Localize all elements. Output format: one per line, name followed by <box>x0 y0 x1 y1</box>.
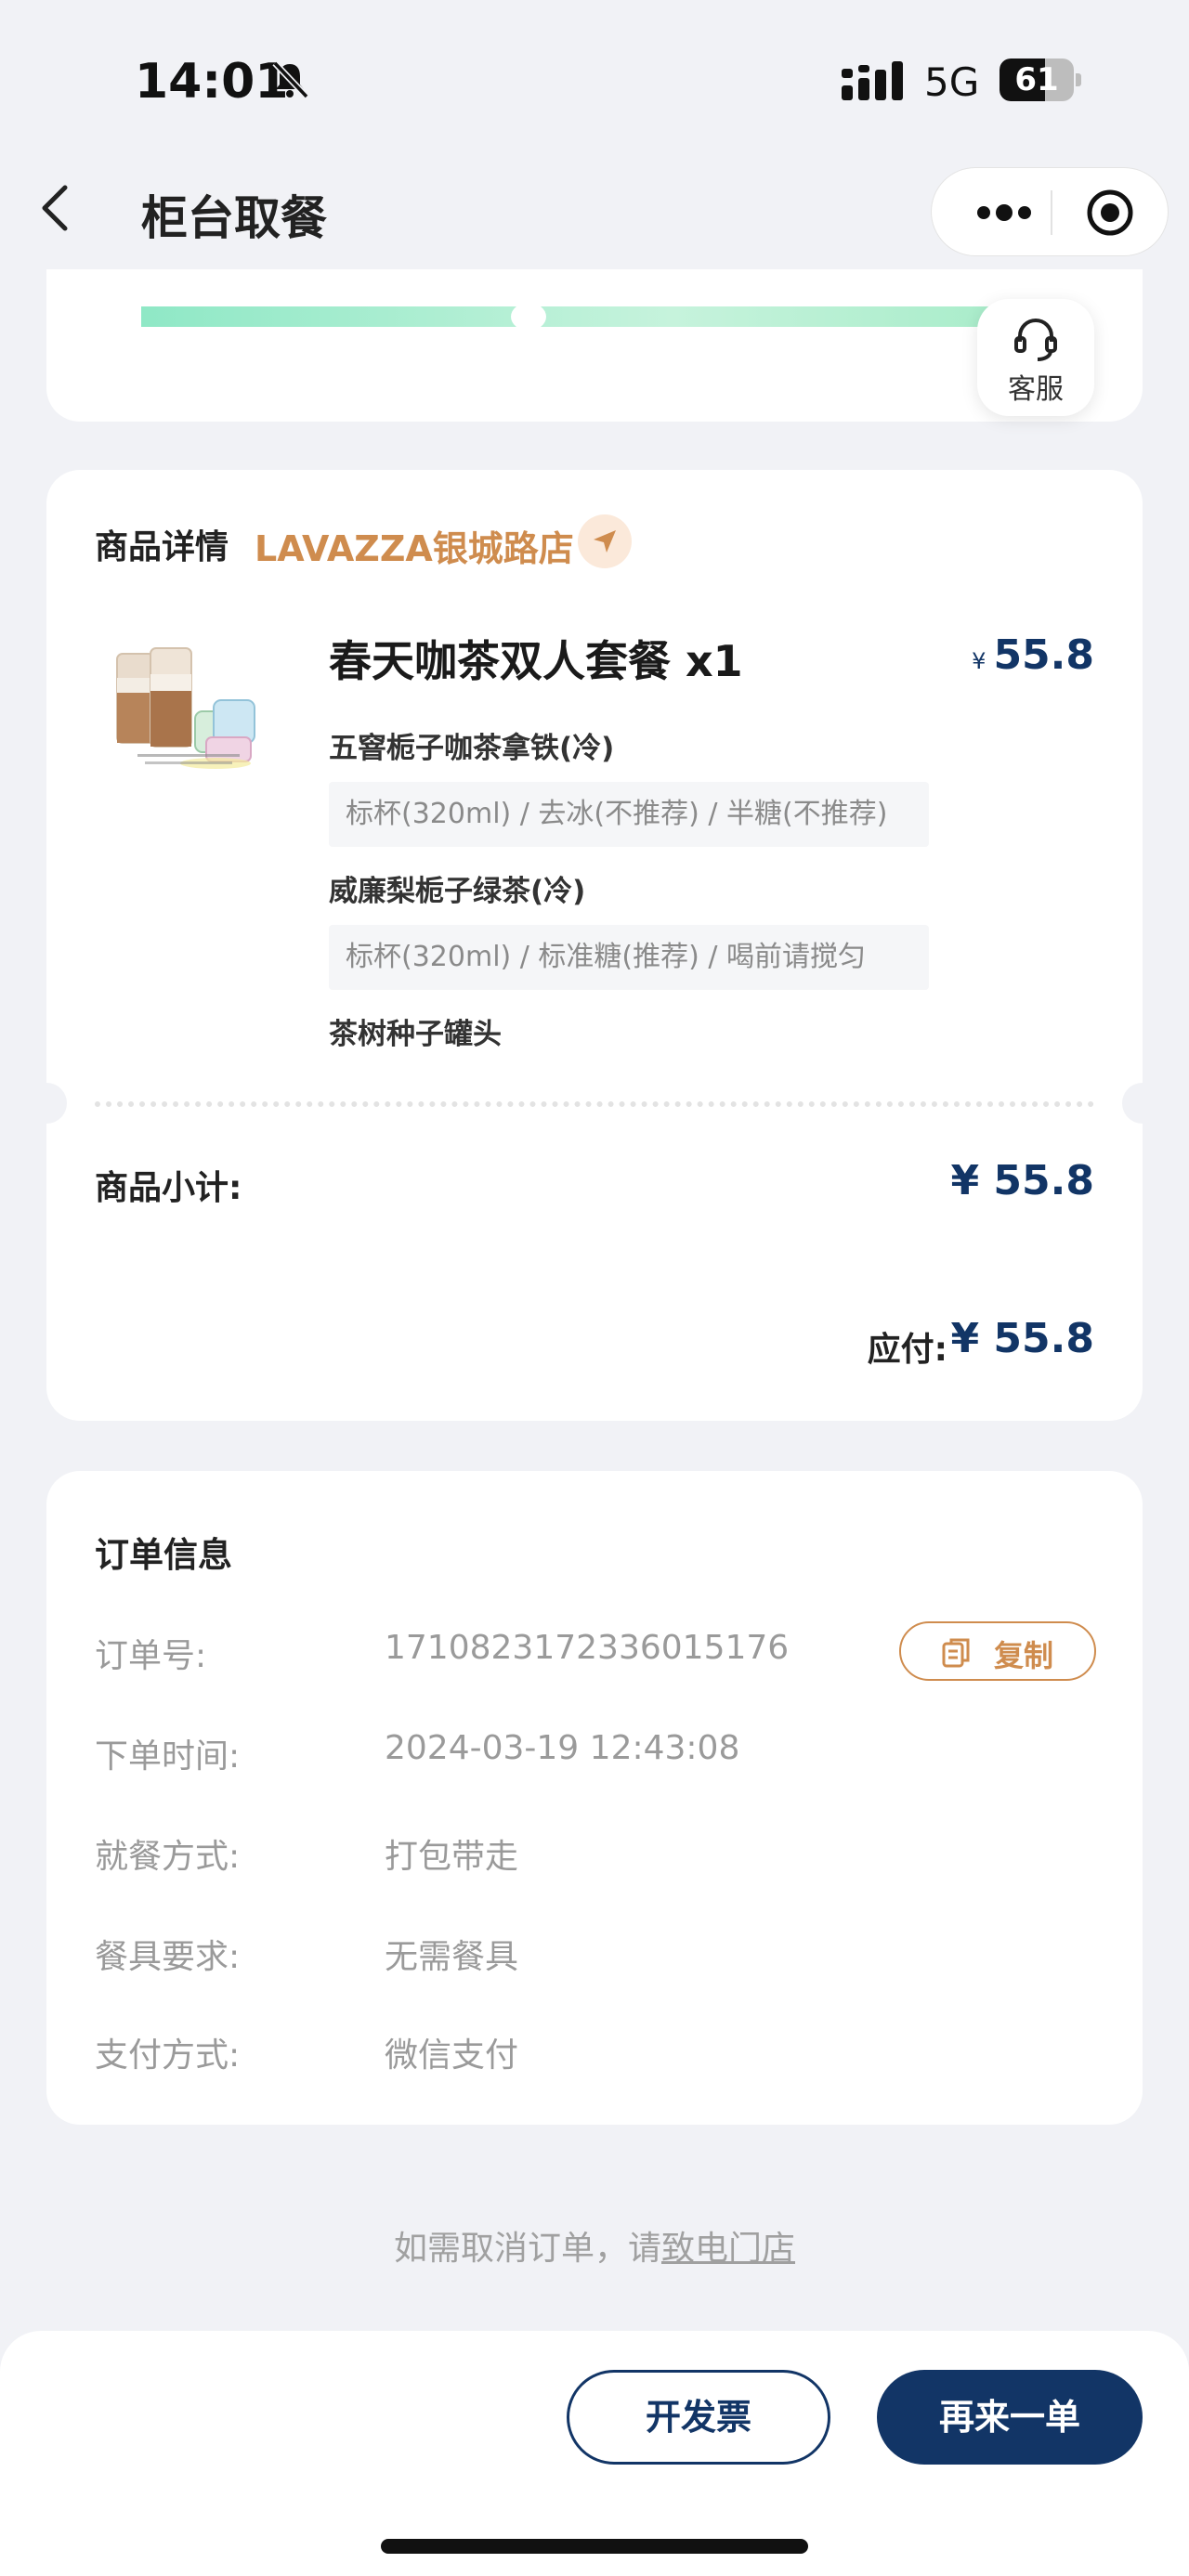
battery-icon: 61 <box>1000 59 1081 101</box>
close-miniprogram-icon[interactable] <box>1080 187 1140 239</box>
card-notch <box>1122 1083 1163 1124</box>
home-indicator <box>381 2539 808 2554</box>
cancel-order-note: 如需取消订单，请致电门店 <box>0 2221 1189 2270</box>
status-time: 14:01 <box>135 54 289 110</box>
battery-percent: 61 <box>1014 61 1059 98</box>
progress-bar <box>141 306 1026 327</box>
product-detail-label: 商品详情 <box>95 528 229 566</box>
subtotal-label: 商品小计: <box>95 1169 242 1207</box>
payable-label: 应付: <box>867 1331 947 1369</box>
order-info-title: 订单信息 <box>95 1535 232 1575</box>
combo-item-spec: 标杯(320ml) / 去冰(不推荐) / 半糖(不推荐) <box>329 782 929 847</box>
invoice-button[interactable]: 开发票 <box>567 2370 830 2465</box>
combo-item-name: 威廉梨栀子绿茶(冷) <box>329 875 586 908</box>
store-navigation-button[interactable] <box>578 514 632 568</box>
headset-icon <box>1014 318 1057 361</box>
network-label: 5G <box>924 59 980 105</box>
order-number-label: 订单号: <box>95 1637 207 1675</box>
status-bar: 14:01 5G 61 <box>0 0 1189 158</box>
copy-order-number-button[interactable]: 复制 <box>899 1621 1096 1681</box>
dining-method-value: 打包带走 <box>385 1838 519 1876</box>
product-detail-card: 商品详情 LAVAZZA银城路店 春天咖茶双人套餐 x1 ¥55.8 五窨栀子咖… <box>26 470 1163 1421</box>
product-image <box>116 647 255 769</box>
order-info-card: 订单信息 订单号: 1710823172336015176 复制 下单时间: 2… <box>46 1471 1143 2125</box>
customer-service-button[interactable]: 客服 <box>977 299 1094 416</box>
miniprogram-capsule <box>931 167 1169 256</box>
subtotal-value: ¥ 55.8 <box>950 1157 1095 1204</box>
order-time-value: 2024-03-19 12:43:08 <box>385 1729 740 1767</box>
payable-value: ¥ 55.8 <box>950 1315 1095 1362</box>
dining-method-label: 就餐方式: <box>95 1838 241 1876</box>
payment-method-value: 微信支付 <box>385 2036 519 2075</box>
call-store-link[interactable]: 致电门店 <box>661 2230 795 2268</box>
product-name: 春天咖茶双人套餐 x1 <box>329 636 743 686</box>
combo-item-spec: 标杯(320ml) / 标准糖(推荐) / 喝前请搅匀 <box>329 925 929 990</box>
order-time-label: 下单时间: <box>95 1737 241 1776</box>
card-notch <box>26 1083 67 1124</box>
bottom-action-bar: 开发票 再来一单 <box>0 2331 1189 2576</box>
product-price: ¥55.8 <box>972 631 1094 679</box>
page-title: 柜台取餐 <box>141 191 327 245</box>
divider <box>95 1101 1094 1107</box>
reorder-button[interactable]: 再来一单 <box>877 2370 1143 2465</box>
more-icon[interactable] <box>961 187 1047 239</box>
payment-method-label: 支付方式: <box>95 2036 241 2075</box>
capsule-divider <box>1051 190 1052 235</box>
price-currency: ¥ <box>972 648 986 674</box>
combo-item-name: 茶树种子罐头 <box>329 1018 502 1051</box>
tableware-value: 无需餐具 <box>385 1938 519 1976</box>
store-name[interactable]: LAVAZZA银城路店 <box>255 520 574 571</box>
customer-service-label: 客服 <box>1008 373 1064 406</box>
signal-icon <box>842 61 903 100</box>
price-value: 55.8 <box>993 631 1094 679</box>
tableware-label: 餐具要求: <box>95 1938 241 1976</box>
location-arrow-icon <box>594 530 616 553</box>
order-number-value: 1710823172336015176 <box>385 1629 790 1667</box>
combo-item-name: 五窨栀子咖茶拿铁(冷) <box>329 732 615 765</box>
copy-label: 复制 <box>994 1638 1054 1673</box>
copy-icon <box>942 1638 970 1668</box>
progress-marker <box>511 303 546 331</box>
cancel-note-text: 如需取消订单，请 <box>393 2230 661 2268</box>
back-arrow-icon[interactable] <box>37 182 74 234</box>
bell-muted-icon <box>272 60 309 99</box>
